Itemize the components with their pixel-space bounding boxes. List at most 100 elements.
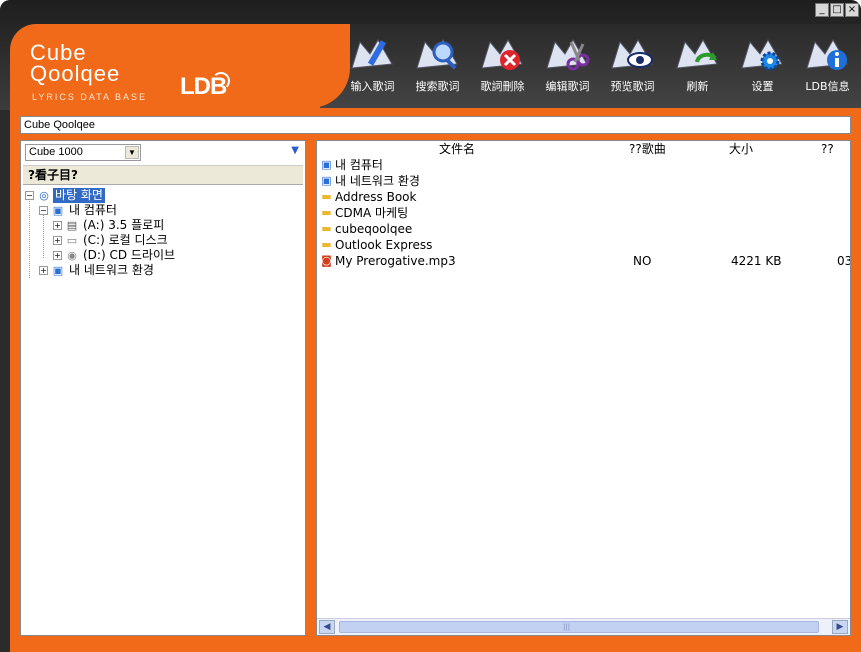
expand-toggle[interactable]: +	[53, 251, 62, 260]
computer-icon: ▣	[321, 158, 332, 171]
horizontal-scrollbar[interactable]: ◀ ||| ▶	[317, 618, 850, 635]
expand-toggle[interactable]: +	[53, 221, 62, 230]
folder-tree: − ◎ 바탕 화면 − ▣ 내 컴퓨터 + ▤ (A:) 3.5 플로피 + ▭…	[25, 188, 303, 278]
logo-tagline: LYRICS DATA BASE	[32, 92, 148, 102]
expand-toggle[interactable]: +	[53, 236, 62, 245]
list-item[interactable]: ▬ cubeqoolqee	[317, 221, 850, 237]
column-header-size[interactable]: 大小	[729, 141, 753, 157]
window-controls: _ □ ×	[815, 3, 859, 17]
ldb-info-label: LDB信息	[805, 80, 850, 93]
settings-icon	[741, 39, 783, 71]
tree-item-my-computer[interactable]: − ▣ 내 컴퓨터	[25, 203, 303, 218]
floppy-icon: ▤	[66, 219, 78, 232]
close-button[interactable]: ×	[845, 3, 859, 17]
list-item[interactable]: ▬ Address Book	[317, 189, 850, 205]
ldb-info-button[interactable]: LDB信息	[795, 30, 860, 100]
preview-lyrics-label: 预览歌词	[610, 80, 655, 93]
delete-lyrics-icon	[481, 39, 523, 70]
file-name: Outlook Express	[335, 238, 433, 252]
scroll-right-icon[interactable]: ▶	[832, 620, 848, 634]
tree-item-label: (C:) 로컬 디스크	[83, 233, 168, 247]
scrollbar-thumb[interactable]	[339, 621, 819, 633]
minimize-button[interactable]: _	[815, 3, 829, 17]
input-lyrics-icon	[351, 39, 393, 69]
input-lyrics-button[interactable]: 输入歌词	[340, 30, 405, 100]
network-icon: ▣	[321, 174, 332, 187]
settings-label: 设置	[751, 80, 774, 93]
list-item[interactable]: ▬ Outlook Express	[317, 237, 850, 253]
search-lyrics-icon	[416, 39, 458, 70]
search-lyrics-label: 搜索歌词	[415, 80, 460, 93]
scroll-left-icon[interactable]: ◀	[319, 620, 335, 634]
input-lyrics-label: 输入歌词	[350, 80, 395, 93]
column-header-extra[interactable]: ??	[821, 141, 834, 157]
info-icon	[806, 39, 848, 70]
search-lyrics-button[interactable]: 搜索歌词	[405, 30, 470, 100]
tree-item-label: 바탕 화면	[53, 188, 105, 203]
tree-item-floppy[interactable]: + ▤ (A:) 3.5 플로피	[25, 218, 303, 233]
file-name: CDMA 마케팅	[335, 206, 409, 220]
edit-lyrics-label: 编辑歌词	[545, 80, 590, 93]
list-header: 文件名 ??歌曲 大小 ??	[317, 141, 850, 157]
logo-line-2: Qoolqee	[30, 61, 121, 86]
collapse-toggle[interactable]: −	[39, 206, 48, 215]
column-header-name[interactable]: 文件名	[439, 141, 475, 157]
ldb-ring-icon	[212, 72, 230, 90]
main-toolbar: 输入歌词 搜索歌词 歌詞刪除 编辑歌词 预览歌词 刷新 设置 LDB信息	[340, 30, 860, 100]
drive-select-value: Cube 1000	[29, 146, 83, 158]
expand-toggle[interactable]: +	[39, 266, 48, 275]
folder-icon: ▬	[321, 190, 332, 203]
mp3-file-icon: ◙	[321, 254, 332, 267]
file-list-pane: 文件名 ??歌曲 大小 ?? ▣ 내 컴퓨터 ▣ 내 네트워크 환경 ▬ Add…	[316, 140, 851, 636]
tree-item-label: 내 컴퓨터	[69, 203, 117, 217]
chevron-down-icon[interactable]: ▼	[125, 146, 139, 159]
column-header-lyrics[interactable]: ??歌曲	[629, 141, 666, 157]
drive-select[interactable]: Cube 1000 ▼	[25, 144, 141, 161]
file-name: cubeqoolqee	[335, 222, 413, 236]
delete-lyrics-label: 歌詞刪除	[480, 80, 525, 93]
delete-lyrics-button[interactable]: 歌詞刪除	[470, 30, 535, 100]
file-name: My Prerogative.mp3	[335, 254, 456, 268]
network-icon: ▣	[52, 264, 64, 277]
collapse-icon[interactable]: ▼	[291, 146, 299, 156]
computer-icon: ▣	[52, 204, 64, 217]
desktop-icon: ◎	[39, 189, 49, 202]
list-item[interactable]: ▣ 내 컴퓨터	[317, 157, 850, 173]
file-name: 내 컴퓨터	[335, 158, 383, 172]
tree-item-label: 내 네트워크 환경	[69, 263, 154, 277]
list-item[interactable]: ▣ 내 네트워크 환경	[317, 173, 850, 189]
cd-drive-icon: ◉	[67, 249, 77, 262]
file-list: ▣ 내 컴퓨터 ▣ 내 네트워크 환경 ▬ Address Book ▬ CDM…	[317, 157, 851, 269]
folder-icon: ▬	[321, 238, 332, 251]
grip-icon: |||	[563, 623, 571, 631]
edit-lyrics-icon	[546, 39, 590, 71]
file-size: 4221 KB	[731, 254, 782, 268]
tree-item-network[interactable]: + ▣ 내 네트워크 환경	[25, 263, 303, 278]
lyrics-status: NO	[633, 254, 652, 268]
app-window: _ □ × Cube Qoolqee LYRICS DATA BASE LDB …	[0, 0, 861, 652]
tree-header: ?看子目?	[23, 165, 303, 185]
list-item[interactable]: ◙ My Prerogative.mp3 NO 4221 KB 03	[317, 253, 851, 269]
preview-lyrics-icon	[611, 39, 653, 69]
folder-tree-pane: Cube 1000 ▼ ▼ ?看子目? − ◎ 바탕 화면 − ▣ 내 컴퓨터 …	[20, 140, 306, 636]
hard-disk-icon: ▭	[66, 234, 78, 247]
folder-icon: ▬	[321, 206, 332, 219]
refresh-button[interactable]: 刷新	[665, 30, 730, 100]
collapse-toggle[interactable]: −	[25, 191, 34, 200]
settings-button[interactable]: 设置	[730, 30, 795, 100]
refresh-icon	[676, 39, 718, 69]
app-logo: Cube Qoolqee LYRICS DATA BASE LDB	[30, 42, 270, 106]
preview-lyrics-button[interactable]: 预览歌词	[600, 30, 665, 100]
maximize-button[interactable]: □	[830, 3, 844, 17]
path-field[interactable]: Cube Qoolqee	[20, 116, 851, 134]
folder-icon: ▬	[321, 222, 332, 235]
file-name: Address Book	[335, 190, 417, 204]
file-name: 내 네트워크 환경	[335, 174, 420, 188]
tree-item-cd-drive[interactable]: + ◉ (D:) CD 드라이브	[25, 248, 303, 263]
edit-lyrics-button[interactable]: 编辑歌词	[535, 30, 600, 100]
refresh-label: 刷新	[686, 80, 709, 93]
tree-item-desktop[interactable]: − ◎ 바탕 화면	[25, 188, 303, 203]
list-item[interactable]: ▬ CDMA 마케팅	[317, 205, 850, 221]
tree-item-local-disk[interactable]: + ▭ (C:) 로컬 디스크	[25, 233, 303, 248]
file-extra: 03	[837, 254, 851, 268]
